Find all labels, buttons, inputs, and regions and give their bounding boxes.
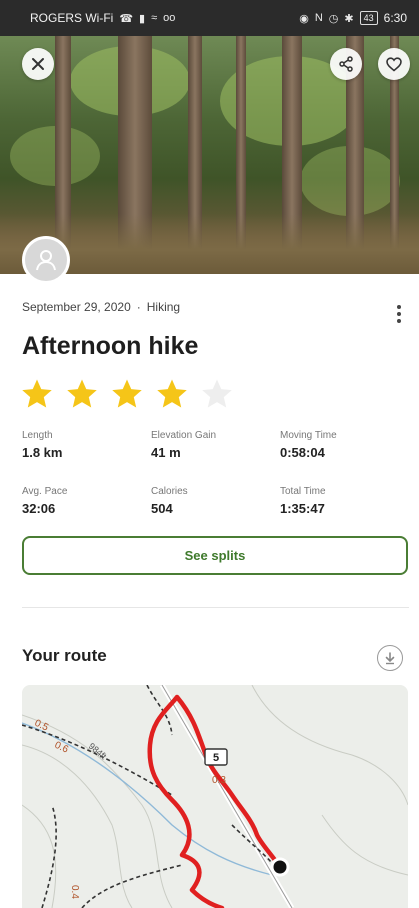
heart-icon <box>386 56 402 72</box>
see-splits-button[interactable]: See splits <box>22 536 408 575</box>
stat-label: Total Time <box>280 486 326 497</box>
star-filled-icon[interactable] <box>65 377 99 411</box>
route-section-title: Your route <box>22 646 107 665</box>
star-filled-icon[interactable] <box>110 377 144 411</box>
wifi-icon: ≈ <box>151 12 158 24</box>
route-map[interactable]: 5 0.5 0.6 0.3 0.4 984ft <box>22 685 408 908</box>
stat-total-time: Total Time 1:35:47 <box>280 486 402 516</box>
stat-avg-pace: Avg. Pace 32:06 <box>22 486 151 516</box>
phone-icon: ☎ <box>119 12 134 25</box>
activity-title: Afternoon hike <box>22 332 199 360</box>
alarm-icon: ◷ <box>328 12 339 25</box>
stat-value: 32:06 <box>22 501 56 516</box>
star-filled-icon[interactable] <box>155 377 189 411</box>
more-options-button[interactable] <box>389 302 409 326</box>
share-button[interactable] <box>330 48 362 80</box>
eye-icon: ◉ <box>299 12 309 25</box>
activity-date: September 29, 2020 <box>22 300 131 314</box>
elevation-label: 984ft <box>87 741 109 762</box>
download-icon <box>385 652 395 665</box>
rating-stars[interactable] <box>20 377 234 411</box>
stat-label: Length <box>22 430 53 441</box>
voicemail-icon: oo <box>163 12 176 24</box>
trail-label: 0.6 <box>53 740 71 756</box>
stat-label: Calories <box>151 486 188 497</box>
stat-elevation-gain: Elevation Gain 41 m <box>151 430 280 460</box>
stat-value: 0:58:04 <box>280 445 325 460</box>
battery-icon: 43 <box>359 11 378 25</box>
close-icon <box>32 58 44 70</box>
carrier-label: ROGERS Wi-Fi <box>30 11 114 25</box>
close-button[interactable] <box>22 48 54 80</box>
clock: 6:30 <box>383 11 407 25</box>
user-avatar[interactable] <box>22 236 70 284</box>
trail-label: 0.3 <box>212 775 226 786</box>
stat-value: 1:35:47 <box>280 501 325 516</box>
stat-label: Elevation Gain <box>151 430 217 441</box>
download-route-button[interactable] <box>377 645 403 671</box>
star-filled-icon[interactable] <box>20 377 54 411</box>
stat-value: 504 <box>151 501 173 516</box>
stats-grid: Length 1.8 km Elevation Gain 41 m Moving Tim… <box>22 430 402 516</box>
nfc-icon: N <box>314 12 323 24</box>
stat-calories: Calories 504 <box>151 486 280 516</box>
stat-label: Moving Time <box>280 430 337 441</box>
more-vertical-icon <box>397 305 401 309</box>
trail-label: 0.5 <box>33 718 51 734</box>
stat-label: Avg. Pace <box>22 486 68 497</box>
star-empty-icon[interactable] <box>200 377 234 411</box>
share-icon <box>339 56 353 72</box>
road-marker-label: 5 <box>213 752 219 764</box>
user-avatar-icon <box>36 250 56 271</box>
meta-separator: · <box>136 300 141 314</box>
stat-value: 41 m <box>151 445 181 460</box>
status-bar: ROGERS Wi-Fi ☎ ▮ ≈ oo ◉ N ◷ ✱ 43 6:30 <box>0 0 419 36</box>
activity-type: Hiking <box>146 300 181 314</box>
stat-value: 1.8 km <box>22 445 63 460</box>
section-divider <box>22 607 409 608</box>
trail-label: 0.4 <box>69 885 80 899</box>
stat-length: Length 1.8 km <box>22 430 151 460</box>
stat-moving-time: Moving Time 0:58:04 <box>280 430 402 460</box>
signal-icon: ▮ <box>139 12 146 25</box>
bluetooth-icon: ✱ <box>344 12 354 25</box>
favorite-button[interactable] <box>378 48 410 80</box>
activity-meta: September 29, 2020 · Hiking <box>22 300 180 314</box>
